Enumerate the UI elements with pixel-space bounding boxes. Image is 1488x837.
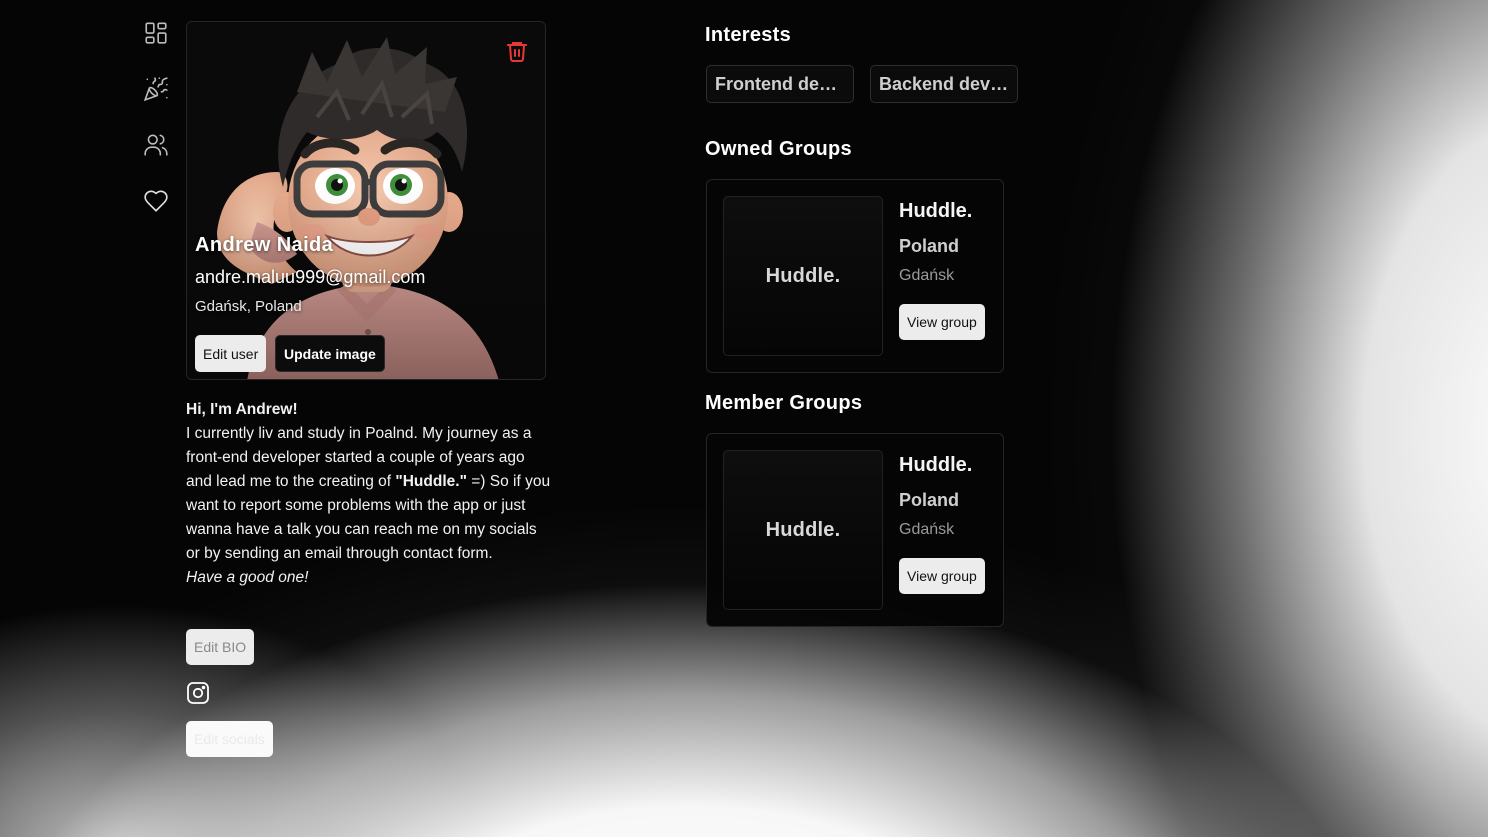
- page: Andrew Naida andre.maluu999@gmail.com Gd…: [0, 0, 1488, 837]
- profile-location: Gdańsk, Poland: [195, 298, 302, 315]
- interest-chip[interactable]: Frontend development: [706, 65, 854, 103]
- profile-email: andre.maluu999@gmail.com: [195, 267, 426, 287]
- owned-groups-title: Owned Groups: [705, 138, 852, 160]
- dashboard-grid-icon[interactable]: [143, 20, 173, 50]
- view-group-button[interactable]: View group: [899, 558, 985, 594]
- bio-text-bold: "Huddle.": [395, 473, 467, 490]
- users-icon[interactable]: [143, 132, 173, 162]
- group-logo: Huddle.: [723, 450, 883, 610]
- trash-icon[interactable]: [505, 39, 529, 63]
- update-image-button[interactable]: Update image: [275, 335, 385, 372]
- interest-chip[interactable]: Backend development: [870, 65, 1018, 103]
- view-group-button[interactable]: View group: [899, 304, 985, 340]
- party-popper-icon[interactable]: [143, 76, 173, 106]
- edit-bio-button[interactable]: Edit BIO: [186, 629, 255, 665]
- group-country: Poland: [899, 236, 960, 256]
- member-groups-title: Member Groups: [705, 392, 863, 414]
- group-logo-text: Huddle.: [765, 264, 841, 287]
- owned-group-card: Huddle. Huddle. Poland Gdańsk View group: [706, 179, 1004, 373]
- bio-signoff: Have a good one!: [186, 569, 309, 586]
- profile-name: Andrew Naida: [195, 234, 334, 256]
- group-name: Huddle.: [899, 454, 973, 476]
- instagram-icon[interactable]: [186, 681, 210, 705]
- side-nav: [143, 20, 173, 244]
- bio-greeting: Hi, I'm Andrew!: [186, 401, 298, 418]
- bio-section: Hi, I'm Andrew! I currently liv and stud…: [186, 398, 551, 590]
- edit-socials-button[interactable]: Edit socials: [186, 721, 273, 757]
- interests-title: Interests: [705, 24, 792, 46]
- edit-user-button[interactable]: Edit user: [195, 335, 267, 372]
- group-country: Poland: [899, 490, 960, 510]
- member-group-card: Huddle. Huddle. Poland Gdańsk View group: [706, 433, 1004, 627]
- group-city: Gdańsk: [899, 521, 955, 538]
- avatar: [187, 22, 545, 379]
- group-logo: Huddle.: [723, 196, 883, 356]
- heart-icon[interactable]: [143, 188, 173, 218]
- bio-text: I currently liv and study in Poalnd. My …: [186, 422, 551, 566]
- group-name: Huddle.: [899, 200, 973, 222]
- group-city: Gdańsk: [899, 267, 955, 284]
- group-logo-text: Huddle.: [765, 518, 841, 541]
- profile-card: Andrew Naida andre.maluu999@gmail.com Gd…: [186, 21, 546, 380]
